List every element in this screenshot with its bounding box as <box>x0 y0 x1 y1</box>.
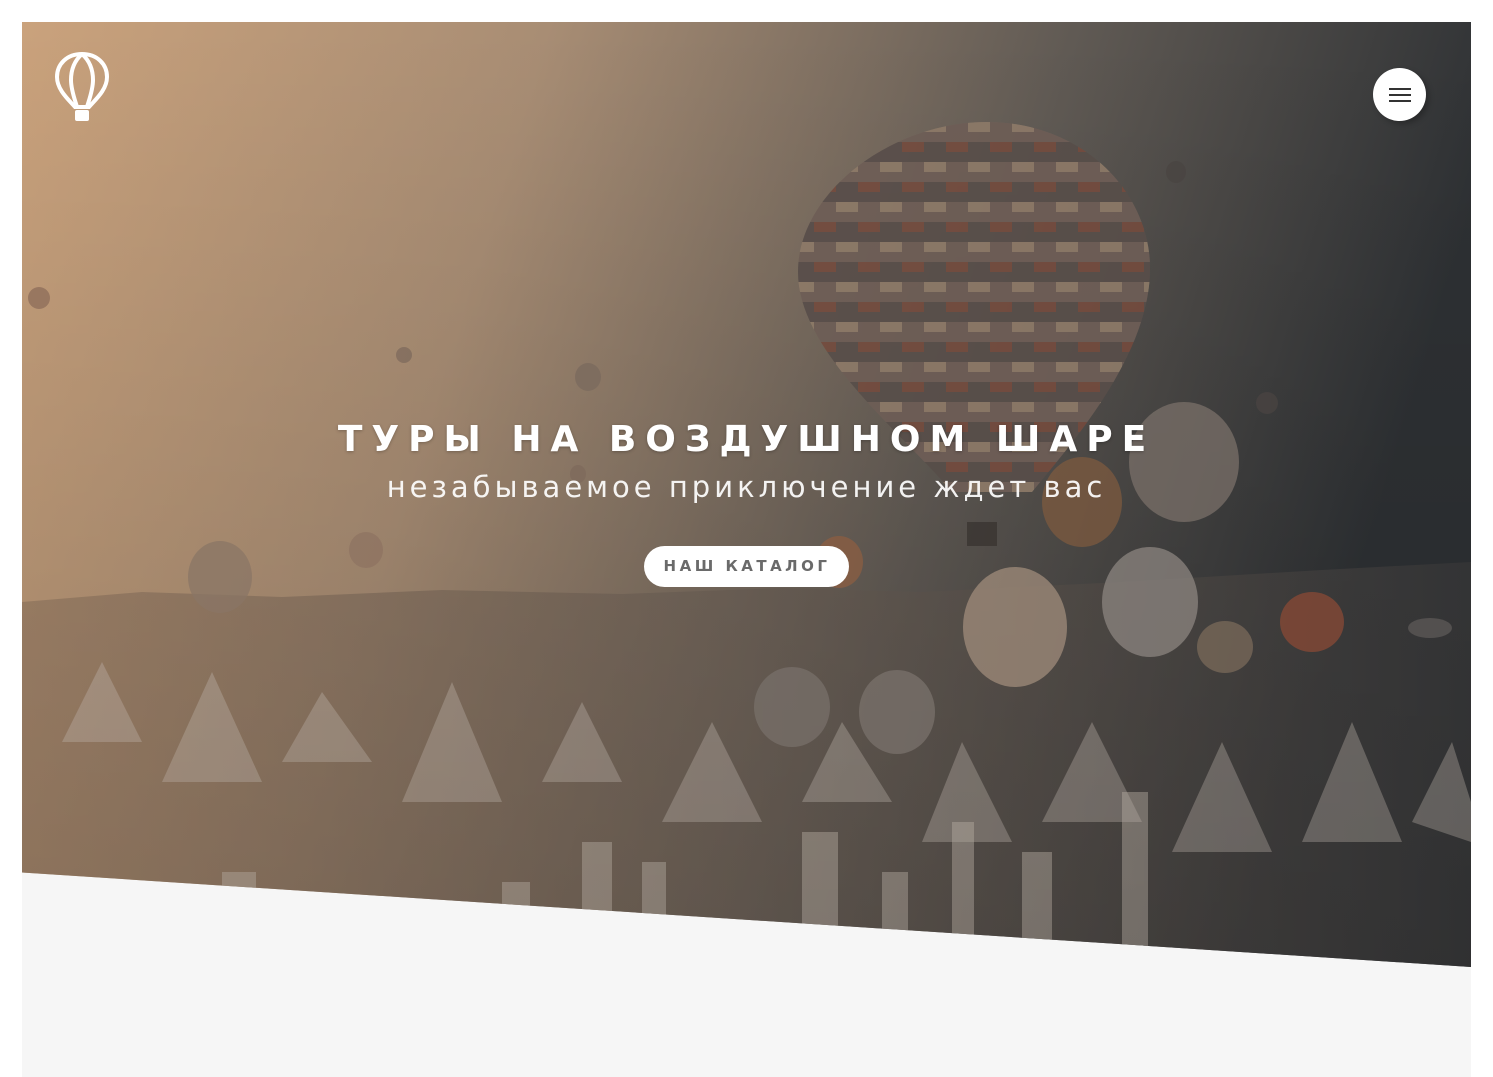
hero-subtitle: незабываемое приключение ждет вас <box>386 470 1107 504</box>
page-frame: ТУРЫ НА ВОЗДУШНОМ ШАРЕ незабываемое прик… <box>22 22 1471 1077</box>
catalog-button[interactable]: НАШ КАТАЛОГ <box>643 546 850 587</box>
hero-section: ТУРЫ НА ВОЗДУШНОМ ШАРЕ незабываемое прик… <box>22 22 1471 967</box>
hamburger-menu-icon <box>1388 87 1411 102</box>
menu-button[interactable] <box>1373 68 1426 121</box>
hero-content: ТУРЫ НА ВОЗДУШНОМ ШАРЕ незабываемое прик… <box>22 416 1471 587</box>
hero-title: ТУРЫ НА ВОЗДУШНОМ ШАРЕ <box>337 419 1156 460</box>
hot-air-balloon-icon[interactable] <box>54 51 110 122</box>
